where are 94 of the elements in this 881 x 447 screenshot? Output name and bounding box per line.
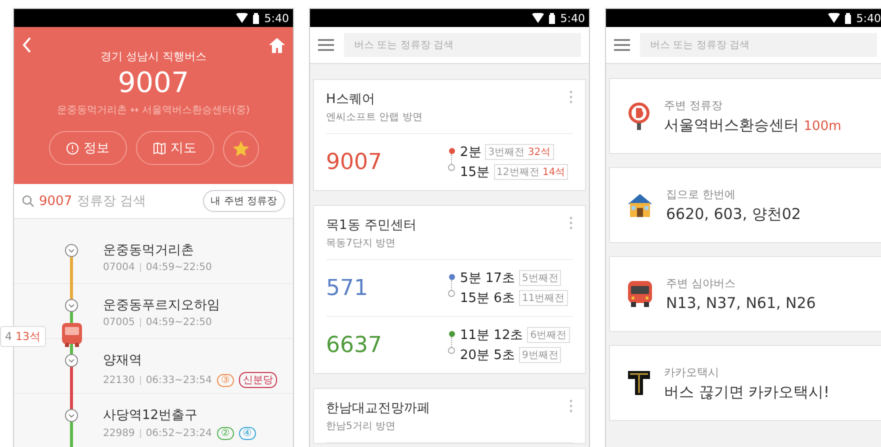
stop-name: 양재역 — [103, 352, 143, 369]
stops-away-tag: 9번째전 — [518, 347, 562, 363]
bus-number: 9007 — [118, 66, 190, 99]
more-icon[interactable] — [569, 399, 573, 413]
status-time: 5:40 — [264, 12, 289, 24]
next-arrival-dot — [448, 347, 455, 354]
bus-number[interactable]: 9007 — [326, 150, 382, 174]
stop-name: 목1동 주민센터 — [326, 217, 416, 234]
search-query[interactable]: 9007 — [39, 194, 72, 208]
stops-away-tag: 11번째전 — [518, 290, 568, 306]
status-time: 5:40 — [856, 12, 881, 24]
shortcut-card[interactable]: 카카오택시 버스 끊기면 카카오택시! — [609, 345, 881, 421]
transfer-line-tag: 신분당 — [238, 372, 277, 388]
battery-icon — [549, 12, 556, 24]
search-field[interactable]: 버스 또는 정류장 검색 — [344, 33, 581, 57]
taxi-logo-icon — [628, 371, 650, 395]
stop-name: 사당역12번출구 — [103, 407, 199, 424]
search-hint: 정류장 검색 — [77, 193, 148, 210]
arrival-time: 5분 17초 — [460, 270, 515, 287]
transfer-line-tag: ② — [216, 427, 234, 440]
stops-away-tag: 12번째전 14석 — [494, 164, 568, 180]
more-icon[interactable] — [569, 216, 573, 230]
stop-code: 22130 — [103, 374, 135, 386]
bus-icon — [628, 281, 652, 307]
shortcut-card[interactable]: 주변 정류장 서울역버스환승센터 100m — [609, 78, 881, 154]
info-icon — [66, 142, 78, 154]
stop-name: H스퀘어 — [326, 91, 376, 108]
stop-code: 22989 — [103, 428, 135, 439]
wifi-icon — [236, 13, 248, 23]
stop-direction: 목동7단지 방면 — [326, 237, 397, 250]
stop-hours: 06:52~23:24 — [146, 428, 212, 439]
stop-direction: 엔씨소프트 안랩 방면 — [326, 111, 422, 124]
arrival-time: 11분 12초 — [460, 327, 524, 344]
house-icon — [628, 193, 652, 217]
chevron-down-icon — [65, 354, 78, 367]
search-icon — [22, 195, 34, 207]
stop-row[interactable]: 사당역12번출구 22989 06:52~23:24 ② ④ — [14, 394, 293, 447]
bus-icon — [62, 323, 82, 347]
arrival-time: 2분 — [460, 144, 482, 161]
chevron-down-icon — [65, 299, 78, 312]
stop-code: 07005 — [103, 317, 135, 328]
stops-away-tag: 3번째전 32석 — [485, 144, 554, 160]
transfer-line-tag: ③ — [216, 374, 234, 386]
battery-icon — [845, 12, 852, 24]
next-arrival-dot — [448, 290, 455, 297]
card-value: N13, N37, N61, N26 — [666, 294, 816, 312]
menu-icon[interactable] — [318, 39, 334, 51]
arrival-time: 15분 6초 — [460, 290, 515, 307]
back-icon[interactable] — [22, 37, 32, 53]
shortcut-card[interactable]: 주변 심야버스 N13, N37, N61, N26 — [609, 256, 881, 332]
card-label: 주변 심야버스 — [666, 276, 736, 291]
search-field[interactable]: 버스 또는 정류장 검색 — [640, 33, 877, 57]
nearby-stops-button[interactable]: 내 주변 정류장 — [202, 190, 285, 212]
card-label: 주변 정류장 — [664, 98, 724, 112]
shortcut-card[interactable]: 집으로 한번에 6620, 603, 양천02 — [609, 167, 881, 243]
status-time: 5:40 — [560, 12, 585, 24]
stop-code: 07004 — [103, 262, 135, 273]
favorite-button[interactable] — [222, 131, 258, 167]
star-icon — [232, 140, 250, 158]
wifi-icon — [828, 13, 840, 23]
stop-direction: 한남5거리 방면 — [326, 420, 397, 433]
stop-name: 운중동푸르지오하임 — [103, 297, 220, 314]
stops-away-tag: 6번째전 — [527, 327, 570, 343]
card-value: 버스 끊기면 카카오택시! — [664, 382, 830, 400]
chevron-down-icon — [65, 409, 78, 422]
stop-row[interactable]: 운중동먹거리촌 07004 04:59~22:50 — [14, 229, 293, 284]
arrival-time: 15분 — [460, 164, 490, 181]
card-value: 서울역버스환승센터 — [664, 116, 799, 134]
card-label: 카카오택시 — [664, 364, 720, 380]
bus-number[interactable]: 6637 — [326, 332, 382, 358]
bus-number[interactable]: 571 — [326, 276, 368, 300]
map-icon — [152, 142, 166, 154]
stops-away-tag: 5번째전 — [518, 270, 562, 286]
home-icon[interactable] — [269, 38, 285, 53]
next-arrival-dot — [448, 164, 455, 171]
stop-hours: 06:33~23:54 — [146, 374, 212, 386]
chevron-down-icon — [65, 244, 78, 257]
wifi-icon — [532, 13, 544, 23]
card-label: 집으로 한번에 — [666, 186, 736, 202]
arrival-time: 20분 5초 — [460, 347, 515, 364]
bus-stop-icon — [628, 102, 650, 130]
bus-seat-label: 4 13석 — [0, 326, 46, 347]
stop-name: 운중동먹거리촌 — [103, 242, 195, 259]
stop-hours: 04:59~22:50 — [146, 262, 212, 273]
card-value: 6620, 603, 양천02 — [666, 204, 801, 222]
battery-icon — [253, 12, 260, 24]
transfer-line-tag: ④ — [238, 427, 256, 440]
stop-name: 한남대교전망까페 — [326, 400, 430, 417]
menu-icon[interactable] — [614, 39, 630, 51]
more-icon[interactable] — [569, 90, 573, 104]
route-endpoints: 운중동먹거리촌 ↔ 서울역버스환승센터(중) — [57, 104, 250, 117]
stop-hours: 04:59~22:50 — [146, 317, 212, 328]
distance-label: 100m — [804, 118, 842, 134]
route-type: 경기 성남시 직행버스 — [100, 49, 206, 64]
